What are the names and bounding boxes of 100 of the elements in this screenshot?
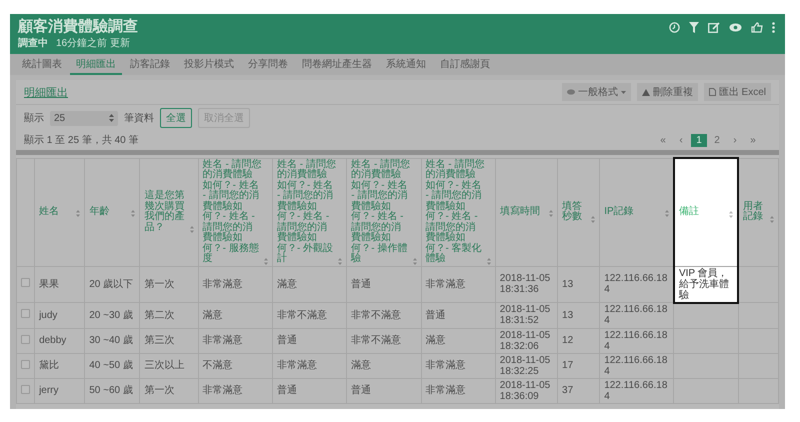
- page-link[interactable]: ›: [727, 134, 743, 146]
- page-link[interactable]: 2: [709, 134, 725, 146]
- table-cell: 非常滿意: [426, 385, 466, 396]
- tab[interactable]: 投影片模式: [178, 54, 240, 75]
- column-header[interactable]: 填寫時間: [495, 158, 558, 266]
- table-cell: 第一次: [144, 385, 174, 396]
- export-button[interactable]: 匯出 Excel: [704, 83, 771, 101]
- survey-title: 顧客消費體驗調查: [18, 18, 138, 36]
- table-cell: 滿意: [276, 278, 297, 290]
- table-cell: 非常滿意: [202, 385, 243, 396]
- table-cell: 第三次: [144, 335, 174, 346]
- tab[interactable]: 分享問卷: [242, 54, 294, 75]
- sort-icon: [338, 258, 342, 264]
- table-cell: 40 ~50 歲: [89, 360, 133, 371]
- survey-status: 調查中: [18, 37, 48, 50]
- table-cell: 122.116.66.184: [604, 380, 668, 402]
- page-size-select[interactable]: 25: [50, 110, 118, 126]
- tab[interactable]: 訪客記錄: [124, 54, 176, 75]
- record-count: 顯示 1 至 25 筆，共 40 筆: [24, 134, 138, 147]
- table-cell: 12: [562, 335, 574, 346]
- sort-icon: [486, 258, 491, 264]
- sort-icon: [190, 226, 194, 233]
- table-cell: 不滿意: [202, 360, 233, 371]
- column-header[interactable]: 備註: [674, 158, 738, 266]
- column-header[interactable]: 姓名 - 請問您的消費體驗如何？- 姓名 - 請問您的消費體驗如何？- 姓名 - 請問您的消費體驗如何？- 操作體驗: [346, 158, 422, 266]
- column-header[interactable]: 姓名 - 請問您的消費體驗如何？- 姓名 - 請問您的消費體驗如何？- 姓名 - 請問您的消費體驗如何？- 外觀設計: [272, 158, 347, 266]
- table-cell: VIP 會員，給予洗車體驗: [678, 268, 729, 300]
- eye-icon[interactable]: [729, 23, 742, 32]
- show-label: 顯示: [24, 112, 44, 125]
- warning-icon: [642, 88, 650, 96]
- table-cell: 非常不滿意: [351, 310, 402, 321]
- table-cell: 非常滿意: [202, 278, 243, 290]
- table-cell: 滿意: [202, 310, 223, 321]
- table-cell: 普通: [276, 335, 297, 346]
- page-link[interactable]: »: [745, 134, 761, 146]
- page-link[interactable]: ‹: [673, 134, 689, 146]
- file-icon: [708, 88, 716, 96]
- table-cell: 37: [562, 385, 574, 396]
- column-header[interactable]: 姓名: [34, 158, 85, 266]
- row-checkbox[interactable]: [21, 309, 30, 318]
- column-header[interactable]: 這是您第幾次購買我們的產品？: [140, 158, 198, 266]
- row-checkbox[interactable]: [21, 334, 30, 344]
- edit-icon[interactable]: [708, 22, 720, 33]
- tab[interactable]: 系統通知: [380, 54, 432, 75]
- sort-icon: [412, 258, 417, 264]
- sort-icon: [591, 216, 596, 222]
- table-cell: 20 歲以下: [89, 278, 134, 290]
- sort-icon: [664, 210, 669, 218]
- tab[interactable]: 自訂感謝頁: [434, 54, 496, 75]
- table-cell: 非常滿意: [276, 360, 317, 371]
- sort-icon: [109, 114, 114, 122]
- table-cell: 普通: [351, 385, 372, 396]
- table-cell: 非常滿意: [426, 360, 466, 371]
- scrollbar[interactable]: [16, 150, 779, 155]
- table-cell: 122.116.66.184: [604, 304, 668, 326]
- table-cell: 普通: [276, 385, 297, 396]
- unit-label: 筆資料: [124, 112, 154, 125]
- table-cell: 122.116.66.184: [604, 273, 668, 296]
- row-checkbox[interactable]: [21, 360, 30, 368]
- tab[interactable]: 問卷網址產生器: [296, 54, 378, 75]
- column-header[interactable]: 姓名 - 請問您的消費體驗如何？- 姓名 - 請問您的消費體驗如何？- 姓名 - 請問您的消費體驗如何？- 客製化體驗: [421, 158, 496, 266]
- panel-title: 明細匯出: [24, 86, 68, 100]
- table-cell: 2018-11-05 18:31:52: [500, 304, 550, 326]
- more-icon[interactable]: [772, 22, 775, 33]
- table-cell: jerry: [39, 385, 59, 396]
- table-cell: 17: [562, 360, 574, 371]
- filter-icon[interactable]: [689, 22, 699, 33]
- row-checkbox[interactable]: [21, 278, 30, 288]
- table-cell: judy: [39, 310, 58, 321]
- table-cell: 2018-11-05 18:32:25: [500, 354, 550, 376]
- update-time: 16分鐘之前 更新: [56, 37, 130, 50]
- format-dropdown[interactable]: 一般格式: [562, 83, 631, 101]
- dedupe-button[interactable]: 刪除重複: [636, 83, 698, 101]
- page-link[interactable]: «: [655, 134, 671, 146]
- select-all-button[interactable]: 全選: [160, 108, 192, 128]
- table-cell: 50 ~60 歲: [89, 385, 133, 396]
- table-cell: 黛比: [39, 360, 60, 371]
- sort-icon: [549, 210, 554, 218]
- table-cell: 非常不滿意: [351, 335, 402, 346]
- table-cell: 普通: [351, 278, 372, 290]
- tab[interactable]: 明細匯出: [70, 54, 122, 75]
- row-checkbox[interactable]: [21, 384, 30, 394]
- table-cell: 非常滿意: [426, 278, 466, 290]
- caret-icon: [620, 90, 626, 94]
- eye-icon: [566, 89, 575, 95]
- table-cell: 非常滿意: [202, 335, 243, 346]
- table-cell: 滿意: [426, 335, 446, 346]
- tab[interactable]: 統計圖表: [16, 54, 68, 75]
- column-header[interactable]: 年齡: [84, 158, 140, 266]
- column-header[interactable]: 用者記錄: [738, 158, 778, 266]
- column-header[interactable]: 填答秒數: [558, 158, 600, 266]
- table-cell: debby: [39, 335, 66, 346]
- table-cell: 非常不滿意: [276, 310, 327, 321]
- thumbs-up-icon[interactable]: [751, 22, 763, 33]
- column-header[interactable]: 姓名 - 請問您的消費體驗如何？- 姓名 - 請問您的消費體驗如何？- 姓名 - 請問您的消費體驗如何？- 服務態度: [198, 158, 272, 266]
- page-link[interactable]: 1: [691, 134, 707, 146]
- table-cell: 2018-11-05 18:36:09: [500, 380, 550, 402]
- table-cell: 13: [562, 278, 574, 290]
- clock-icon[interactable]: [669, 22, 680, 33]
- table-cell: 2018-11-05 18:31:36: [500, 273, 550, 296]
